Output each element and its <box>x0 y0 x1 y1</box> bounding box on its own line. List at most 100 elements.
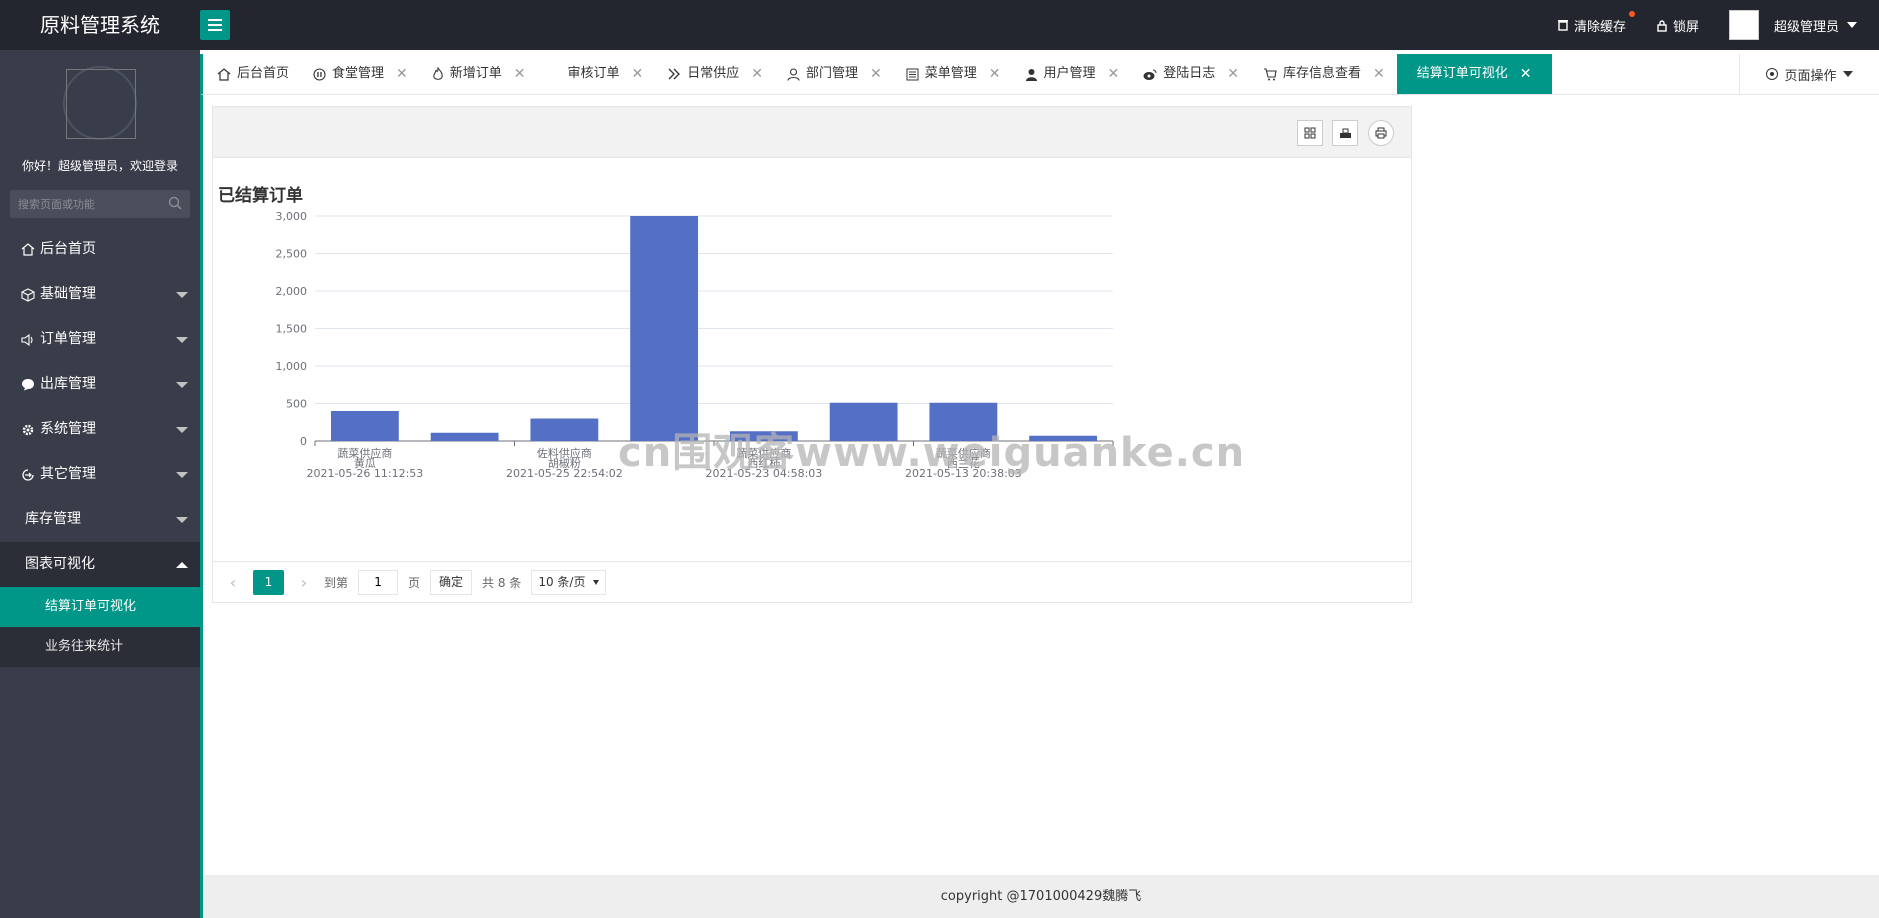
close-icon[interactable]: ✕ <box>870 54 882 94</box>
tab-login-log[interactable]: 登陆日志 ✕ <box>1131 54 1251 94</box>
sidebar-nav: 后台首页 基础管理 订单管理 出库管理 系统管理 其它管理 库存管理 图表可视化… <box>0 227 200 667</box>
footer: copyright @1701000429魏腾飞 <box>203 875 1879 918</box>
sidebar-item-system[interactable]: 系统管理 <box>0 407 200 452</box>
close-icon[interactable]: ✕ <box>514 54 526 94</box>
bar <box>430 432 499 441</box>
y-tick-label: 2,000 <box>276 285 308 298</box>
home-icon <box>217 67 231 81</box>
watermark: cn围观客www.weiguanke.cn <box>618 430 1246 476</box>
user-outline-icon <box>787 67 800 81</box>
chevron-down-icon <box>176 292 188 298</box>
tab-department[interactable]: 部门管理 ✕ <box>775 54 894 94</box>
chevron-down-icon <box>1847 22 1857 28</box>
close-icon[interactable]: ✕ <box>751 54 763 94</box>
current-page-button[interactable]: 1 <box>253 569 284 595</box>
sidebar-item-basic[interactable]: 基础管理 <box>0 272 200 317</box>
tab-new-order[interactable]: 新增订单 ✕ <box>420 54 538 94</box>
sidebar: 你好！超级管理员，欢迎登录 后台首页 基础管理 订单管理 出库管理 系统管理 <box>0 50 200 918</box>
tab-home[interactable]: 后台首页 <box>203 54 301 94</box>
print-button[interactable] <box>1368 120 1394 146</box>
panel-toolbar <box>213 107 1411 158</box>
trash-icon <box>1557 20 1568 31</box>
goto-label: 到第 <box>324 575 349 590</box>
sidebar-item-outbound[interactable]: 出库管理 <box>0 362 200 407</box>
chevron-up-icon <box>176 562 188 568</box>
printer-icon <box>1375 127 1387 139</box>
sidebar-item-orders[interactable]: 订单管理 <box>0 317 200 362</box>
close-icon[interactable]: ✕ <box>396 54 408 94</box>
bar-chart: 05001,0001,5002,0002,5003,000蔬菜供应商黄瓜2021… <box>276 210 1114 480</box>
close-icon[interactable]: ✕ <box>1108 54 1120 94</box>
page-operations-dropdown[interactable]: 页面操作 <box>1739 54 1879 94</box>
chevron-down-icon <box>176 427 188 433</box>
lock-screen-button[interactable]: 锁屏 <box>1656 16 1699 35</box>
total-count: 共 8 条 <box>482 575 522 590</box>
y-tick-label: 3,000 <box>276 210 308 223</box>
export-button[interactable] <box>1332 120 1358 146</box>
pagination: ‹ 1 › 到第 页 确定 共 8 条 10 条/页 <box>213 561 1411 602</box>
next-page-icon[interactable]: › <box>294 573 314 592</box>
tab-daily-supply[interactable]: 日常供应 ✕ <box>655 54 775 94</box>
tab-review-order[interactable]: 审核订单 ✕ <box>538 54 656 94</box>
tab-menu[interactable]: 菜单管理 ✕ <box>894 54 1013 94</box>
tab-inventory-view[interactable]: 库存信息查看 ✕ <box>1251 54 1397 94</box>
clear-cache-button[interactable]: 清除缓存 <box>1557 10 1635 35</box>
prev-page-icon[interactable]: ‹ <box>223 573 243 592</box>
y-tick-label: 0 <box>300 435 307 448</box>
gear-icon <box>22 424 34 435</box>
chevron-down-icon <box>1842 71 1853 77</box>
close-icon[interactable]: ✕ <box>1227 54 1239 94</box>
sidebar-item-home[interactable]: 后台首页 <box>0 227 200 272</box>
page-size-select[interactable]: 10 条/页 <box>531 569 607 595</box>
sidebar-search <box>10 190 190 218</box>
tab-canteen[interactable]: 食堂管理 ✕ <box>301 54 420 94</box>
page-operations-label: 页面操作 <box>1784 68 1837 84</box>
chevron-down-icon <box>176 382 188 388</box>
content-border <box>200 54 203 918</box>
volume-icon <box>21 333 33 346</box>
user-icon <box>1025 68 1037 81</box>
sidebar-avatar <box>63 66 137 140</box>
sidebar-item-inventory[interactable]: 库存管理 <box>0 497 200 542</box>
confirm-button[interactable]: 确定 <box>430 569 473 595</box>
tab-bar: 后台首页 食堂管理 ✕ 新增订单 ✕ 审核订单 ✕ 日常供应 ✕ 部门管理 ✕ … <box>200 54 1879 95</box>
sidebar-item-label: 其它管理 <box>40 466 96 482</box>
y-tick-label: 1,500 <box>276 323 308 336</box>
page-size-value: 10 条/页 <box>538 574 586 589</box>
tab-settlement-chart[interactable]: 结算订单可视化 ✕ <box>1396 54 1552 94</box>
bar <box>630 216 699 441</box>
close-icon[interactable]: ✕ <box>1520 54 1532 94</box>
tab-label: 食堂管理 <box>332 66 385 81</box>
x-tick-label: 2021-05-25 22:54:02 <box>506 467 623 480</box>
y-tick-label: 1,000 <box>276 360 308 373</box>
sidebar-item-other[interactable]: 其它管理 <box>0 452 200 497</box>
page-number-input[interactable] <box>358 569 399 595</box>
top-bar: 原料管理系统 清除缓存 锁屏 超级管理员 <box>0 0 1879 50</box>
sidebar-subitem-business-stats[interactable]: 业务往来统计 <box>0 627 200 667</box>
search-icon[interactable] <box>168 196 182 210</box>
columns-button[interactable] <box>1297 120 1323 146</box>
sidebar-submenu: 结算订单可视化 业务往来统计 <box>0 587 200 667</box>
menu-toggle-button[interactable] <box>200 10 230 40</box>
close-icon[interactable]: ✕ <box>1373 54 1385 94</box>
tab-label: 新增订单 <box>449 66 502 81</box>
sidebar-item-label: 系统管理 <box>40 421 96 437</box>
chevron-down-icon <box>593 579 600 585</box>
target-icon <box>1766 68 1779 80</box>
x-tick-label: 2021-05-26 11:12:53 <box>306 467 423 480</box>
bar <box>530 418 599 441</box>
sidebar-subitem-settlement-chart[interactable]: 结算订单可视化 <box>0 587 200 627</box>
close-icon[interactable]: ✕ <box>989 54 1001 94</box>
sidebar-item-label: 订单管理 <box>40 331 96 347</box>
hamburger-icon <box>208 19 222 31</box>
search-input[interactable] <box>10 190 160 218</box>
tab-label: 部门管理 <box>806 66 859 81</box>
circle-arrow-icon <box>22 468 34 481</box>
pause-icon <box>313 67 326 81</box>
close-icon[interactable]: ✕ <box>632 54 644 94</box>
tab-label: 结算订单可视化 <box>1416 66 1508 81</box>
tab-users[interactable]: 用户管理 ✕ <box>1013 54 1132 94</box>
tab-label: 登陆日志 <box>1163 66 1216 81</box>
user-menu[interactable]: 超级管理员 <box>1728 10 1857 40</box>
sidebar-item-charts[interactable]: 图表可视化 <box>0 542 200 587</box>
